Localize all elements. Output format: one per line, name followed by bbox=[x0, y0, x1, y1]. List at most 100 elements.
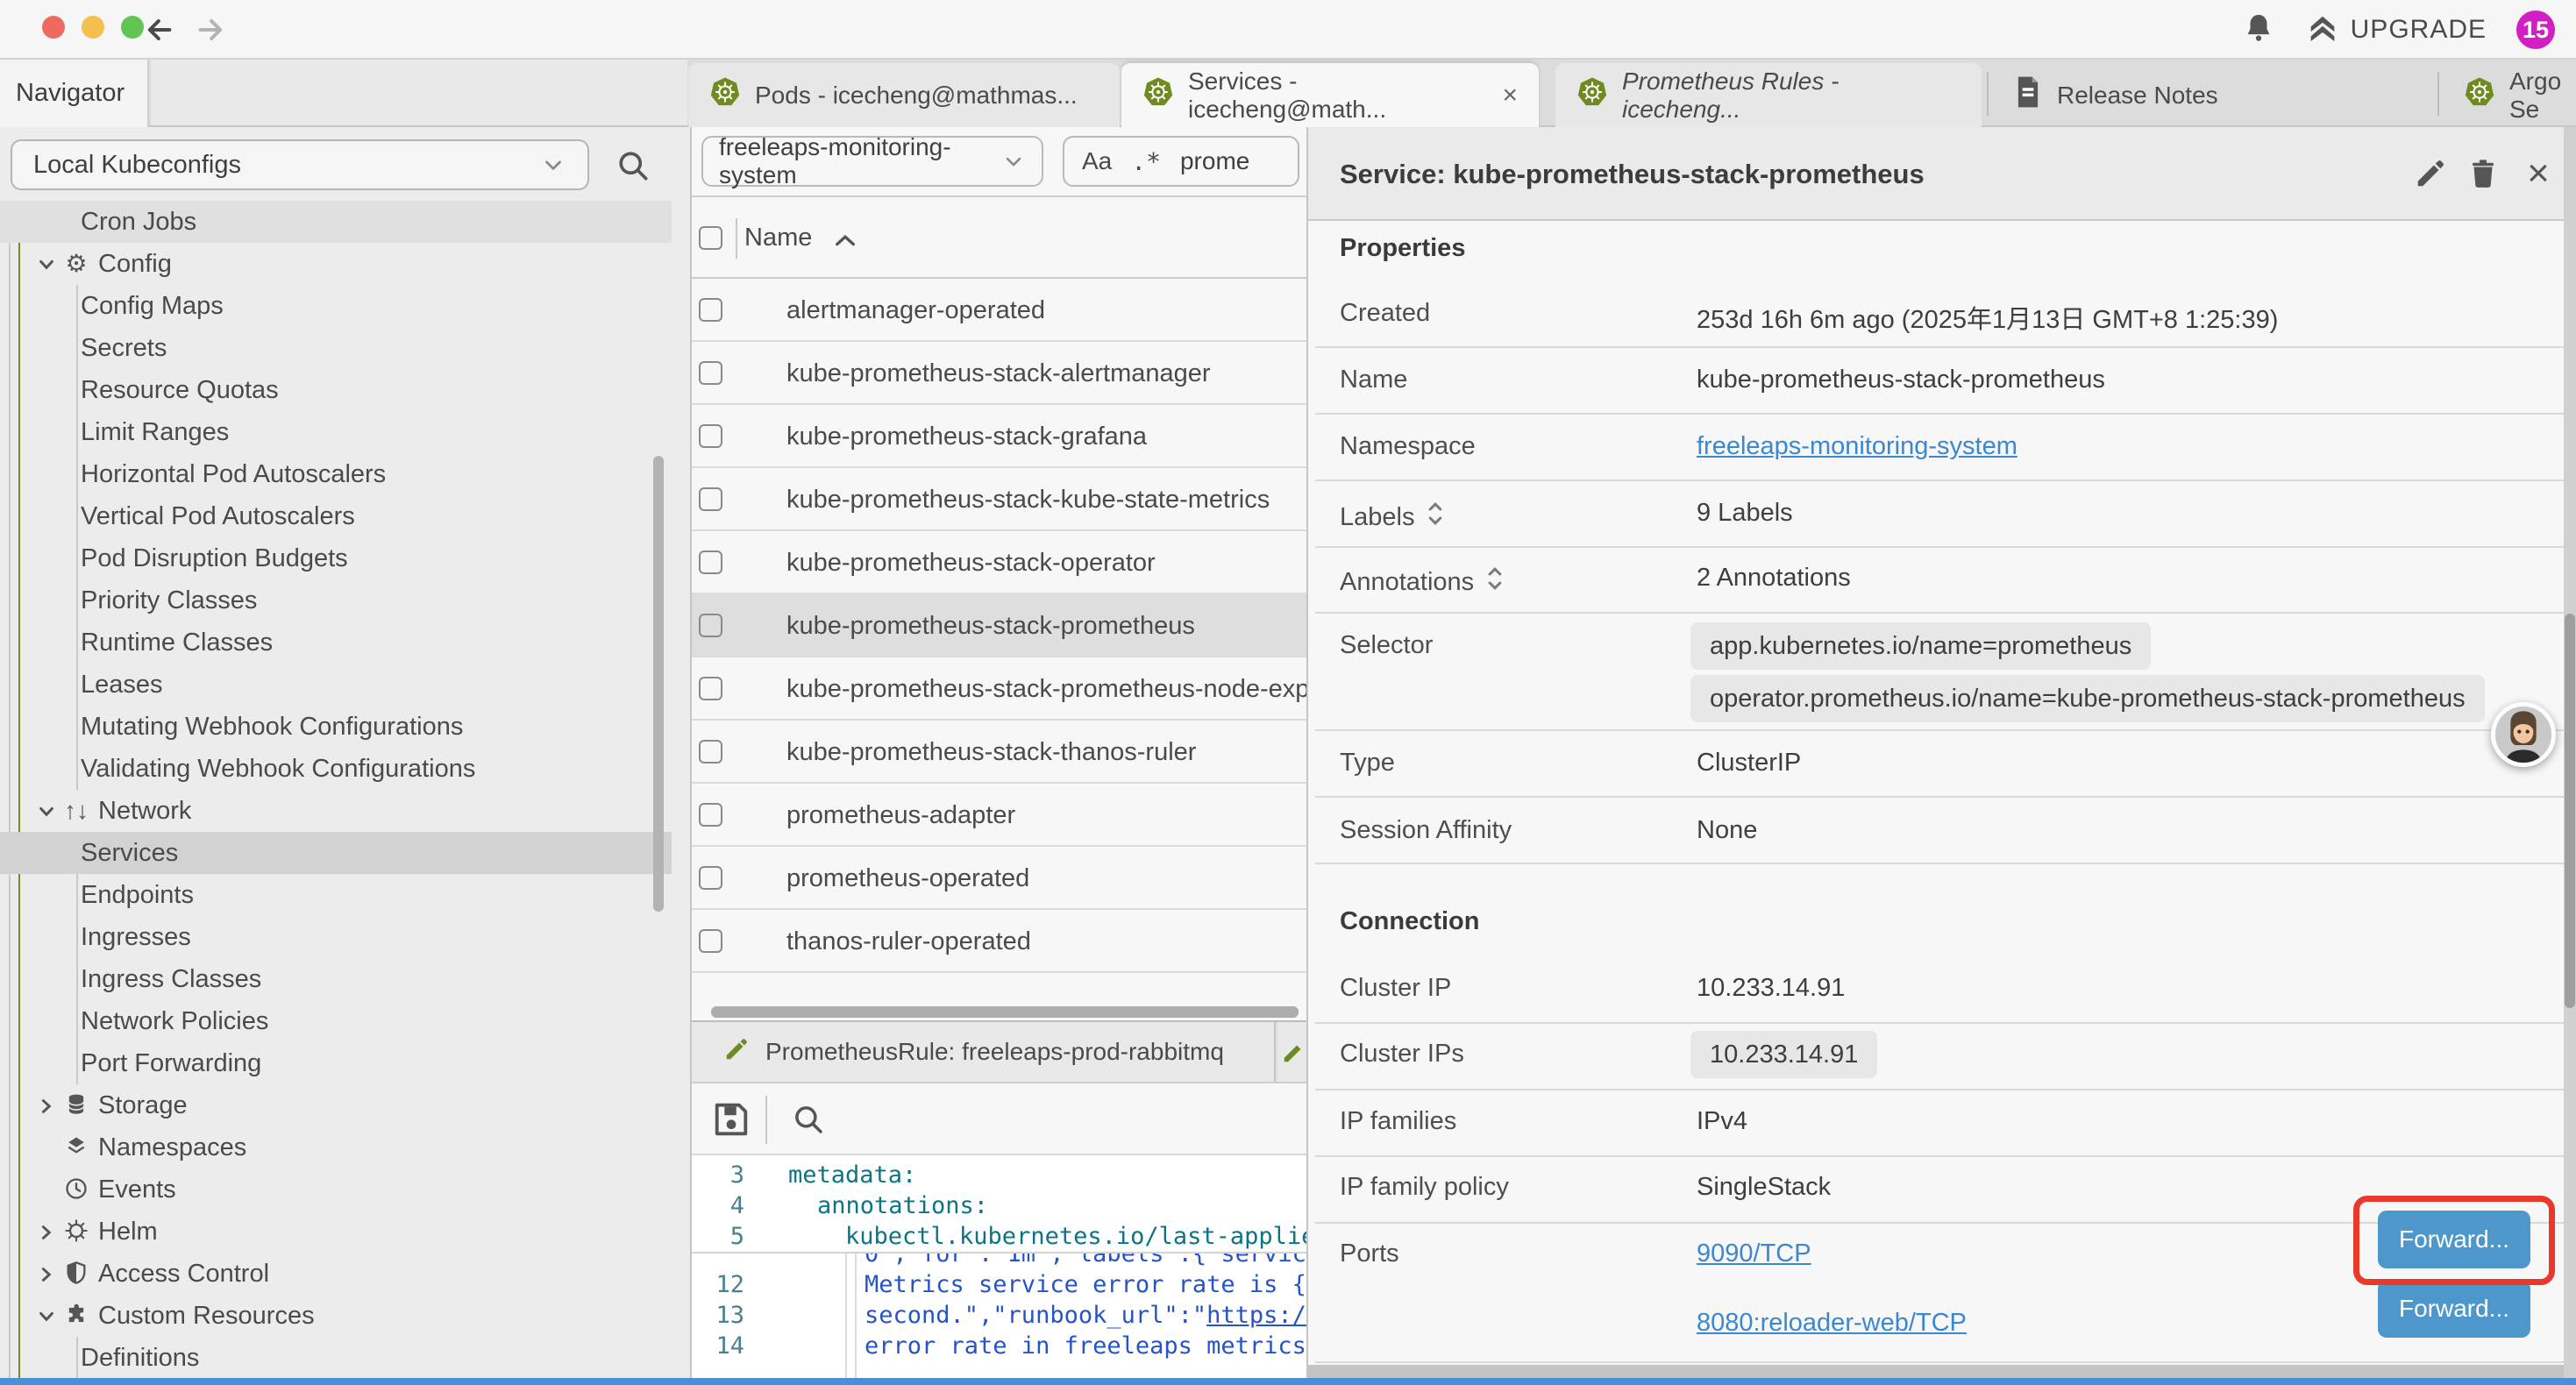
sidebar-item-namespaces[interactable]: Namespaces bbox=[0, 1126, 672, 1168]
row-checkbox[interactable] bbox=[699, 298, 722, 322]
sidebar-item-ingresses[interactable]: Ingresses bbox=[0, 916, 672, 958]
table-row[interactable]: thanos-ruler-operated bbox=[692, 910, 1306, 973]
row-checkbox[interactable] bbox=[699, 866, 722, 890]
sidebar-item-helm[interactable]: Helm bbox=[0, 1211, 672, 1253]
row-checkbox[interactable] bbox=[699, 614, 722, 637]
labels-value[interactable]: 9 Labels bbox=[1697, 499, 1793, 528]
sort-ascending-icon[interactable] bbox=[834, 232, 857, 248]
editor-tab-partial[interactable] bbox=[1277, 1022, 1306, 1082]
tab-services[interactable]: Services - icecheng@math... × bbox=[1121, 63, 1539, 127]
sidebar-item-leases[interactable]: Leases bbox=[0, 664, 672, 706]
chevron-right-icon[interactable] bbox=[37, 1265, 56, 1284]
table-row[interactable]: alertmanager-operated bbox=[692, 279, 1306, 342]
row-checkbox[interactable] bbox=[699, 677, 722, 700]
row-checkbox[interactable] bbox=[699, 424, 722, 448]
sidebar-item-resource-quotas[interactable]: Resource Quotas bbox=[0, 369, 672, 411]
horizontal-scrollbar[interactable] bbox=[711, 1006, 1299, 1018]
filter-input[interactable]: Aa .* prome bbox=[1063, 136, 1299, 187]
sidebar-item-port-forwarding[interactable]: Port Forwarding bbox=[0, 1042, 672, 1084]
sidebar-item-events[interactable]: Events bbox=[0, 1168, 672, 1211]
namespace-link[interactable]: freeleaps-monitoring-system bbox=[1697, 432, 2017, 461]
trash-icon[interactable] bbox=[2461, 152, 2505, 195]
sidebar-item-cron-jobs[interactable]: Cron Jobs bbox=[0, 201, 672, 243]
sidebar-item-secrets[interactable]: Secrets bbox=[0, 327, 672, 369]
sidebar-item-config[interactable]: ⚙︎ Config bbox=[0, 243, 672, 285]
tab-pods[interactable]: Pods - icecheng@mathmas... bbox=[688, 63, 1120, 127]
chevron-down-icon[interactable] bbox=[37, 255, 56, 274]
user-avatar[interactable] bbox=[2491, 702, 2556, 767]
chevron-right-icon[interactable] bbox=[37, 1223, 56, 1242]
table-row[interactable]: prometheus-operated bbox=[692, 847, 1306, 910]
save-icon[interactable] bbox=[711, 1099, 751, 1144]
sidebar-item-network-policies[interactable]: Network Policies bbox=[0, 1000, 672, 1042]
forward-port-button[interactable]: Forward... bbox=[2378, 1280, 2530, 1338]
sidebar-item-definitions[interactable]: Definitions bbox=[0, 1337, 672, 1378]
row-checkbox[interactable] bbox=[699, 929, 722, 953]
expand-collapse-icon[interactable] bbox=[1486, 564, 1504, 600]
table-row[interactable]: kube-prometheus-stack-kube-state-metrics bbox=[692, 468, 1306, 531]
close-tab-icon[interactable]: × bbox=[1502, 81, 1518, 110]
sidebar-item-network[interactable]: ↑↓ Network bbox=[0, 790, 672, 832]
table-row[interactable]: prometheus-adapter bbox=[692, 784, 1306, 847]
table-row[interactable]: kube-prometheus-stack-thanos-ruler bbox=[692, 721, 1306, 784]
regex-toggle[interactable]: .* bbox=[1131, 147, 1161, 176]
editor-search-icon[interactable] bbox=[790, 1101, 827, 1142]
sidebar-item-ingress-classes[interactable]: Ingress Classes bbox=[0, 958, 672, 1000]
sidebar-item-horizontal-pod-autoscalers[interactable]: Horizontal Pod Autoscalers bbox=[0, 453, 672, 495]
notification-count-badge[interactable]: 15 bbox=[2516, 11, 2555, 49]
runbook-url-link[interactable]: https://net bbox=[1206, 1302, 1306, 1329]
select-all-checkbox[interactable] bbox=[699, 226, 722, 250]
forward-arrow-icon[interactable] bbox=[195, 12, 230, 47]
table-row[interactable]: kube-prometheus-stack-grafana bbox=[692, 405, 1306, 468]
sidebar-item-limit-ranges[interactable]: Limit Ranges bbox=[0, 411, 672, 453]
sidebar-item-vertical-pod-autoscalers[interactable]: Vertical Pod Autoscalers bbox=[0, 495, 672, 537]
table-row-selected[interactable]: kube-prometheus-stack-prometheus bbox=[692, 594, 1306, 657]
row-checkbox[interactable] bbox=[699, 740, 722, 764]
chevron-down-icon[interactable] bbox=[37, 1307, 56, 1326]
sidebar-item-custom-resources[interactable]: Custom Resources bbox=[0, 1295, 672, 1337]
kubeconfig-select[interactable]: Local Kubeconfigs bbox=[11, 139, 589, 190]
row-checkbox[interactable] bbox=[699, 803, 722, 827]
port-link-8080[interactable]: 8080:reloader-web/TCP bbox=[1697, 1309, 1967, 1338]
minimize-window-button[interactable] bbox=[82, 16, 104, 39]
back-arrow-icon[interactable] bbox=[140, 12, 175, 47]
sidebar-item-runtime-classes[interactable]: Runtime Classes bbox=[0, 621, 672, 664]
row-checkbox[interactable] bbox=[699, 361, 722, 385]
close-window-button[interactable] bbox=[42, 16, 65, 39]
bell-icon[interactable] bbox=[2242, 11, 2275, 49]
sidebar-item-storage[interactable]: Storage bbox=[0, 1084, 672, 1126]
port-link-9090[interactable]: 9090/TCP bbox=[1697, 1239, 1811, 1268]
navigator-panel-tab[interactable]: Navigator bbox=[0, 60, 149, 127]
sidebar-item-priority-classes[interactable]: Priority Classes bbox=[0, 579, 672, 621]
sidebar-scrollbar[interactable] bbox=[653, 456, 664, 912]
upgrade-button[interactable]: UPGRADE bbox=[2305, 11, 2487, 50]
table-row[interactable]: kube-prometheus-stack-operator bbox=[692, 531, 1306, 594]
table-row[interactable]: kube-prometheus-stack-alertmanager bbox=[692, 342, 1306, 405]
editor-tab-prometheusrule[interactable]: PrometheusRule: freeleaps-prod-rabbitmq bbox=[692, 1022, 1276, 1082]
sidebar-item-access-control[interactable]: Access Control bbox=[0, 1253, 672, 1295]
edit-pencil-icon[interactable] bbox=[2409, 152, 2452, 195]
expand-collapse-icon[interactable] bbox=[1427, 499, 1444, 536]
sidebar-item-services[interactable]: Services bbox=[0, 832, 672, 874]
chevron-right-icon[interactable] bbox=[37, 1097, 56, 1116]
sidebar-divider[interactable] bbox=[690, 127, 692, 1385]
close-panel-icon[interactable]: × bbox=[2516, 152, 2560, 195]
row-checkbox[interactable] bbox=[699, 550, 722, 574]
tab-release-notes[interactable]: Release Notes bbox=[1992, 63, 2434, 127]
annotations-value[interactable]: 2 Annotations bbox=[1697, 564, 1851, 593]
namespace-select[interactable]: freeleaps-monitoring-system bbox=[701, 136, 1043, 187]
sidebar-item-endpoints[interactable]: Endpoints bbox=[0, 874, 672, 916]
tab-argo[interactable]: Argo Se bbox=[2443, 63, 2576, 127]
sidebar-item-pod-disruption-budgets[interactable]: Pod Disruption Budgets bbox=[0, 537, 672, 579]
sidebar-item-config-maps[interactable]: Config Maps bbox=[0, 285, 672, 327]
sidebar-item-mutating-webhook-configurations[interactable]: Mutating Webhook Configurations bbox=[0, 706, 672, 748]
table-row[interactable]: kube-prometheus-stack-prometheus-node-ex… bbox=[692, 657, 1306, 721]
detail-scrollbar-thumb[interactable] bbox=[2565, 614, 2575, 1008]
name-column-header[interactable]: Name bbox=[744, 197, 812, 279]
detail-panel-divider[interactable] bbox=[1306, 127, 1308, 1385]
tab-prometheus-rules[interactable]: Prometheus Rules - icecheng... bbox=[1555, 63, 1982, 127]
yaml-editor[interactable]: 0","for":"1m","labels":{"service":" 12 M… bbox=[692, 1155, 1306, 1378]
detail-bottom-scrollbar[interactable] bbox=[1308, 1365, 2576, 1378]
sidebar-item-validating-webhook-configurations[interactable]: Validating Webhook Configurations bbox=[0, 748, 672, 790]
match-case-toggle[interactable]: Aa bbox=[1082, 147, 1112, 175]
